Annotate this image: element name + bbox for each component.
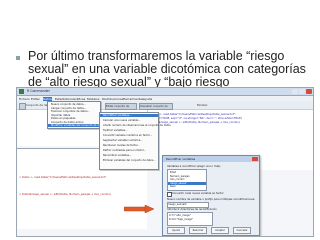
dialog-close-icon[interactable]	[252, 157, 258, 161]
dialog-title: Recodificar variables	[166, 157, 196, 161]
menu-ayuda[interactable]: Ayuda	[143, 97, 152, 101]
view-dataset-button[interactable]: Visualizar conjunto de datos	[139, 102, 173, 113]
bullet-text: Por último transformaremos la variable “…	[28, 49, 306, 89]
variable-option[interactable]: Sexo	[170, 185, 176, 188]
data-menu-dropdown: Nuevo conjunto de datos... Cargar conjun…	[47, 101, 113, 129]
submenu-item[interactable]: Reordenar niveles de factor...	[103, 144, 140, 147]
help-button[interactable]: Ayuda	[167, 227, 185, 234]
directive-line: 0:7="alto_riesgo"	[169, 214, 192, 217]
r-logo-icon	[19, 102, 26, 110]
new-name-label: Nuevo nombre de variable o prefijo para …	[167, 198, 256, 201]
menu-graficas[interactable]: Gráficas	[73, 97, 85, 101]
edit-dataset-button[interactable]: Editar conjunto de datos	[105, 102, 137, 113]
callout-arrow-icon	[124, 205, 154, 213]
submenu-item[interactable]: Segmentar variable numérica...	[103, 139, 143, 142]
variables-listbox[interactable]: Edad Numero_parejas Uso_condon riesgo_se…	[167, 169, 207, 191]
variables-label: Variables a recodificar (elegir una o má…	[167, 165, 221, 168]
make-factor-label: Convertir cada nueva variable en factor	[172, 192, 224, 195]
modify-variables-submenu: Recodificar variables... Calcular una nu…	[99, 112, 171, 170]
menu-datos[interactable]: Datos	[43, 96, 52, 101]
submenu-item-recode[interactable]: Recodificar variables...	[100, 114, 158, 117]
directives-textarea[interactable]: 0:7="alto_riesgo" 8:14="bajo_riesgo"	[167, 212, 213, 226]
script-line: header=TRUE, sep="\t", na.strings="NA", …	[151, 117, 242, 120]
reset-button[interactable]: Reiniciar	[189, 227, 207, 234]
minimize-icon[interactable]	[292, 89, 298, 94]
directive-line: 8:14="bajo_riesgo"	[169, 218, 194, 221]
cancel-button[interactable]: Cancelar	[233, 227, 251, 234]
submenu-item[interactable]: Tipificar variables...	[103, 129, 128, 132]
close-icon[interactable]	[306, 89, 312, 94]
output-line: > Datos <- read.table("C:/Users/Patricia…	[19, 176, 107, 179]
bullet-marker	[16, 56, 20, 60]
menu-herramientas[interactable]: Herramientas	[123, 97, 143, 101]
menu-distribuciones[interactable]: Distribuciones	[102, 97, 123, 101]
submenu-item[interactable]: Definir contrastes para un factor...	[103, 149, 146, 152]
menu-fichero[interactable]: Fichero	[19, 97, 30, 101]
menu-estadisticos[interactable]: Estadísticos	[55, 97, 73, 101]
app-icon	[19, 89, 24, 94]
menu-item-modify-variables[interactable]: Modificar variables del conjunto de dato…	[48, 124, 113, 127]
menu-modelos[interactable]: Modelos	[87, 97, 99, 101]
model-label: Modelo:	[197, 103, 209, 107]
directives-label: Introducir directrices de recodificación	[167, 208, 217, 211]
submenu-item[interactable]: Convertir variable numérica en factor...	[103, 134, 152, 137]
window-title: R Commander	[27, 89, 50, 93]
recode-dialog: Recodificar variables Variables a recodi…	[162, 155, 260, 236]
submenu-item[interactable]: Calcular una nueva variable...	[103, 119, 140, 122]
script-line: Datos <- read.table("C:/Users/Patricia/D…	[151, 113, 236, 116]
ok-button[interactable]: Aceptar	[211, 227, 229, 234]
app-screenshot: R Commander Fichero Editar Datos Estadís…	[16, 87, 314, 237]
menu-editar[interactable]: Editar	[31, 97, 40, 101]
dialog-titlebar: Recodificar variables	[163, 156, 259, 162]
submenu-item[interactable]: Renombrar variables...	[103, 154, 131, 157]
output-line: > Datos$riesgo_sexual <- with(Datos, Num…	[19, 193, 111, 196]
submenu-item[interactable]: Eliminar variables del conjunto de datos…	[103, 159, 156, 162]
submenu-item[interactable]: Añadir número de observaciones al conjun…	[103, 124, 171, 127]
slide-bullet: Por último transformaremos la variable “…	[16, 50, 316, 89]
window-titlebar: R Commander	[17, 88, 313, 96]
maximize-icon[interactable]	[299, 89, 305, 94]
